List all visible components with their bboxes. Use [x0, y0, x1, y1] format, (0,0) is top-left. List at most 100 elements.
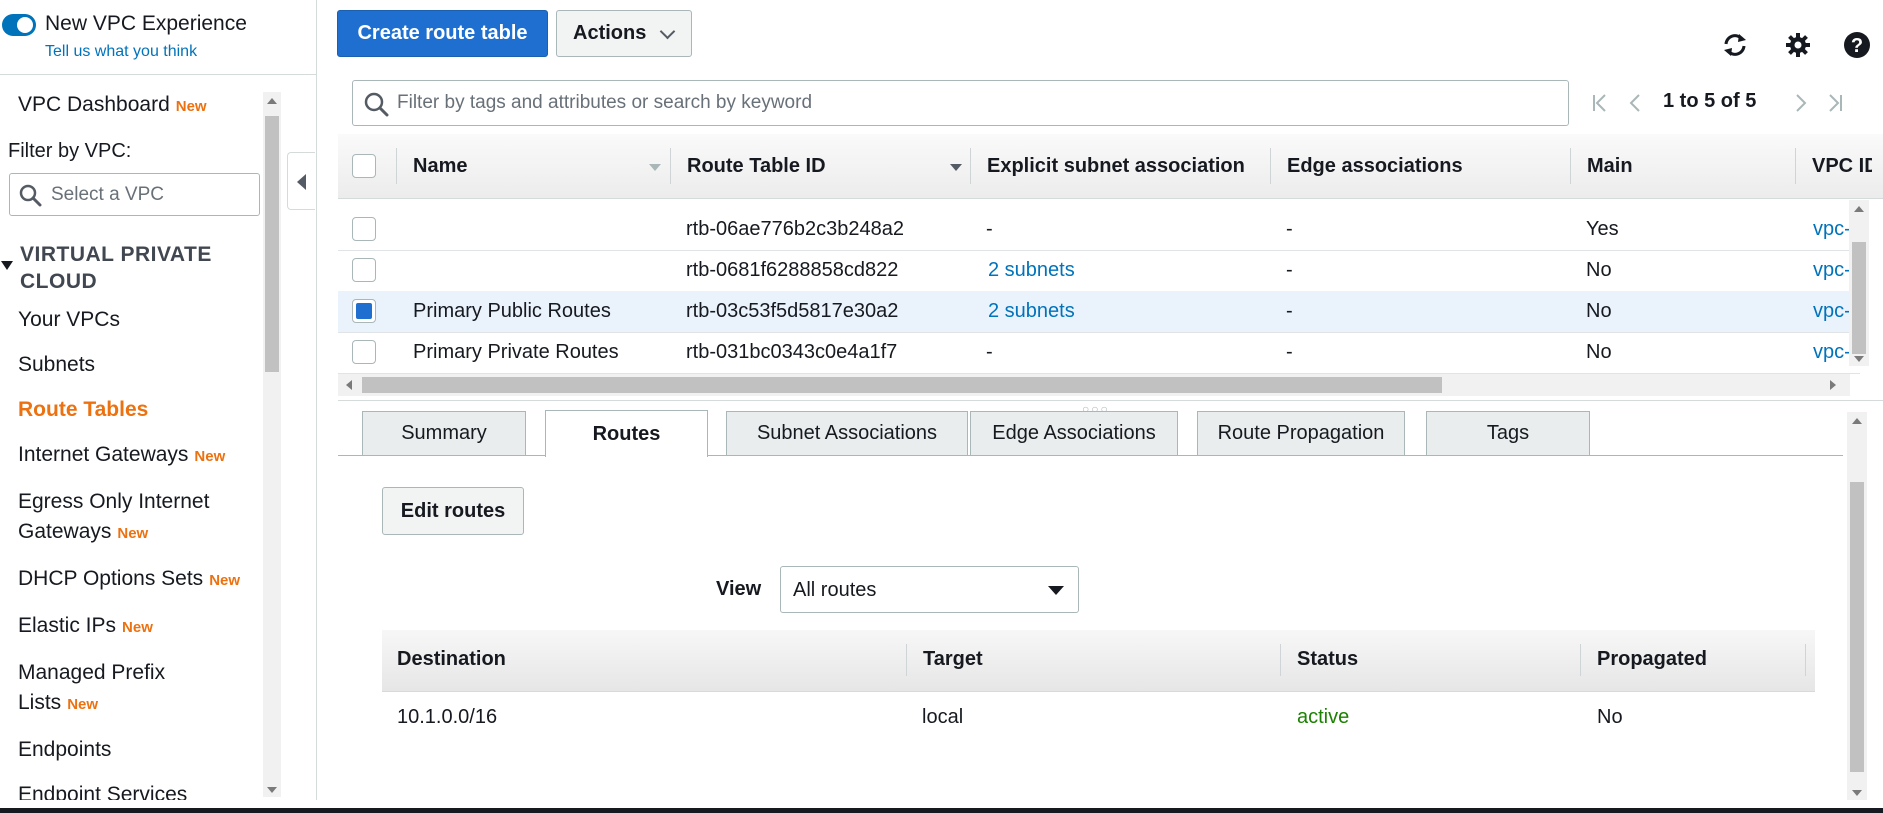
row-subnet-association-link[interactable]: 2 subnets	[988, 300, 1075, 323]
scroll-left-icon[interactable]	[346, 380, 352, 390]
section-title-virtual-private-cloud[interactable]: VIRTUAL PRIVATE CLOUD	[20, 241, 260, 295]
sidebar-item-endpoints[interactable]: Endpoints	[18, 735, 111, 765]
row-vpc-link[interactable]: vpc-0a	[1813, 300, 1849, 323]
column-header-explicit-subnet-association[interactable]: Explicit subnet association	[987, 155, 1257, 178]
column-header-propagated[interactable]: Propagated	[1597, 648, 1707, 671]
column-divider	[1795, 148, 1796, 184]
scroll-up-icon[interactable]	[1852, 418, 1862, 424]
view-select[interactable]: All routes	[780, 566, 1079, 613]
table-horizontal-scrollbar[interactable]	[338, 374, 1850, 396]
next-page-icon[interactable]	[1789, 92, 1811, 114]
sidebar-item-dhcp-options-sets[interactable]: DHCP Options Sets New	[18, 564, 240, 596]
search-input[interactable]: Filter by tags and attributes or search …	[352, 80, 1569, 126]
sidebar-item-label: Egress Only Internet	[18, 490, 210, 513]
tab-tags[interactable]: Tags	[1426, 411, 1590, 455]
feedback-link[interactable]: Tell us what you think	[45, 43, 197, 61]
scroll-down-icon[interactable]	[1854, 356, 1864, 362]
sidebar-item-label: Endpoints	[18, 738, 112, 761]
sidebar-item-endpoint-services[interactable]: Endpoint Services	[18, 780, 187, 800]
tab-edge-associations[interactable]: Edge Associations	[970, 411, 1178, 455]
help-icon[interactable]: ?	[1842, 30, 1872, 60]
tab-subnet-associations[interactable]: Subnet Associations	[726, 411, 968, 455]
table-row[interactable]: rtb-0681f6288858cd822 2 subnets - No vpc…	[338, 250, 1860, 292]
column-divider	[396, 148, 397, 184]
table-hscroll-thumb[interactable]	[362, 377, 1442, 393]
row-vpc-link[interactable]: vpc-0e	[1813, 218, 1849, 241]
collapse-sidebar-button[interactable]	[287, 152, 315, 210]
scroll-up-icon[interactable]	[1854, 206, 1864, 212]
search-icon	[364, 92, 389, 117]
column-divider	[906, 644, 907, 676]
row-edge-associations: -	[1286, 259, 1293, 281]
row-vpc-link[interactable]: vpc-0a	[1813, 341, 1849, 364]
new-badge: New	[67, 696, 99, 713]
detail-scrollbar[interactable]	[1847, 412, 1867, 800]
vpc-filter-select[interactable]: Select a VPC	[9, 173, 260, 216]
tab-summary[interactable]: Summary	[362, 411, 526, 455]
pagination-text: 1 to 5 of 5	[1663, 90, 1757, 112]
select-all-checkbox[interactable]	[352, 154, 376, 178]
create-route-table-button[interactable]: Create route table	[337, 10, 548, 57]
row-checkbox-checked[interactable]	[352, 299, 376, 323]
column-header-vpc-id[interactable]: VPC ID	[1812, 155, 1872, 178]
sidebar-item-egress-only-internet-gateways[interactable]: Egress Only Internet Gateways New	[18, 487, 209, 549]
column-header-edge-associations[interactable]: Edge associations	[1287, 155, 1557, 178]
refresh-icon[interactable]	[1720, 30, 1750, 60]
column-header-target[interactable]: Target	[923, 648, 983, 671]
routes-table-header: Destination Target Status Propagated	[382, 630, 1815, 692]
row-subnet-association-link[interactable]: 2 subnets	[988, 259, 1075, 282]
section-collapse-icon[interactable]	[1, 261, 13, 270]
scroll-right-icon[interactable]	[1830, 380, 1836, 390]
column-header-main[interactable]: Main	[1587, 155, 1737, 178]
split-pane-divider[interactable]	[338, 400, 1883, 401]
previous-page-icon[interactable]	[1625, 92, 1647, 114]
first-page-icon[interactable]	[1590, 92, 1612, 114]
new-badge: New	[122, 619, 153, 636]
sort-desc-icon[interactable]	[950, 164, 962, 171]
last-page-icon[interactable]	[1823, 92, 1845, 114]
table-row[interactable]: rtb-06ae776b2c3b248a2 - - Yes vpc-0e	[338, 209, 1860, 251]
tab-routes[interactable]: Routes	[545, 410, 708, 457]
gear-icon[interactable]	[1783, 30, 1813, 60]
row-vpc-link[interactable]: vpc-0e	[1813, 259, 1849, 282]
row-checkbox[interactable]	[352, 217, 376, 241]
filter-by-vpc-label: Filter by VPC:	[8, 140, 132, 162]
sidebar-scrollbar[interactable]	[263, 92, 281, 797]
row-name: Primary Private Routes	[413, 341, 619, 363]
scroll-down-icon[interactable]	[267, 787, 277, 793]
actions-button[interactable]: Actions	[556, 10, 692, 57]
new-experience-toggle[interactable]	[2, 14, 36, 36]
table-vertical-scrollbar[interactable]	[1849, 200, 1869, 366]
scroll-down-icon[interactable]	[1852, 790, 1862, 796]
sidebar-item-label-line2: Lists	[18, 691, 62, 714]
row-checkbox[interactable]	[352, 258, 376, 282]
scroll-up-icon[interactable]	[267, 98, 277, 104]
table-vscroll-thumb[interactable]	[1852, 242, 1866, 354]
sort-icon[interactable]	[649, 164, 661, 171]
column-divider	[1805, 644, 1806, 676]
row-main: Yes	[1586, 218, 1619, 240]
view-label: View	[716, 578, 762, 600]
sidebar-item-label-line2: Gateways	[18, 520, 112, 543]
column-header-name[interactable]: Name	[413, 155, 598, 178]
detail-scroll-thumb[interactable]	[1850, 482, 1864, 772]
sidebar-item-label: VPC Dashboard	[18, 93, 170, 116]
column-header-status[interactable]: Status	[1297, 648, 1358, 671]
edit-routes-button[interactable]: Edit routes	[382, 487, 524, 535]
sidebar-item-your-vpcs[interactable]: Your VPCs	[18, 305, 120, 335]
sidebar-item-elastic-ips[interactable]: Elastic IPs New	[18, 611, 153, 643]
sidebar-item-vpc-dashboard[interactable]: VPC Dashboard New	[18, 90, 207, 122]
column-header-destination[interactable]: Destination	[397, 648, 506, 671]
table-row[interactable]: Primary Private Routes rtb-031bc0343c0e4…	[338, 332, 1860, 374]
table-row-selected[interactable]: Primary Public Routes rtb-03c53f5d5817e3…	[338, 291, 1860, 333]
sidebar-item-label: Subnets	[18, 353, 96, 376]
row-checkbox[interactable]	[352, 340, 376, 364]
sidebar-item-subnets[interactable]: Subnets	[18, 350, 95, 380]
sidebar-item-route-tables[interactable]: Route Tables	[18, 395, 148, 425]
sidebar-item-internet-gateways[interactable]: Internet Gateways New	[18, 440, 225, 472]
tab-route-propagation[interactable]: Route Propagation	[1197, 411, 1405, 455]
sidebar-scroll-thumb[interactable]	[265, 116, 279, 372]
column-header-route-table-id[interactable]: Route Table ID	[687, 155, 907, 178]
sidebar-item-managed-prefix-lists[interactable]: Managed Prefix Lists New	[18, 658, 165, 720]
chevron-down-icon	[659, 23, 676, 40]
